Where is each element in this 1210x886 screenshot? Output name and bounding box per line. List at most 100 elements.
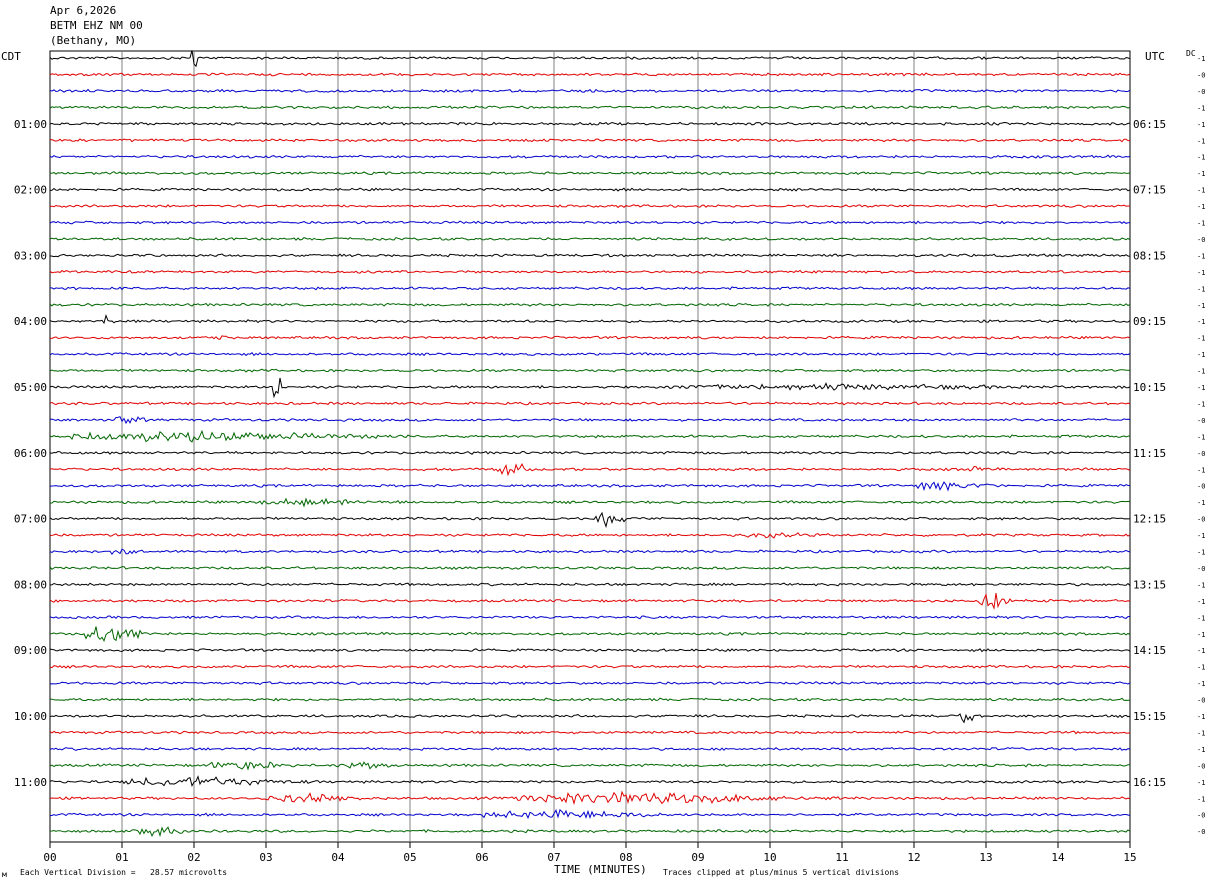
x-tick-label: 15 [1123,851,1136,864]
dc-offset-label: -1 [1197,203,1205,211]
dc-offset-label: -1 [1197,466,1205,474]
dc-offset-label: -1 [1197,647,1205,655]
clip-note: Traces clipped at plus/minus 5 vertical … [663,868,900,877]
x-tick-label: 04 [331,851,345,864]
dc-offset-label: -0 [1197,697,1205,705]
dc-offset-label: -0 [1197,812,1205,820]
dc-offset-label: -0 [1197,88,1205,96]
trace-line [49,615,1131,620]
right-hour-label: 12:15 [1133,513,1166,526]
dc-offset-label: -1 [1197,170,1205,178]
trace-line [49,236,1131,241]
trace-line [49,50,1131,68]
x-tick-label: 00 [43,851,56,864]
trace-line [49,220,1131,225]
trace-line [49,368,1131,373]
x-axis-label: TIME (MINUTES) [554,863,647,876]
right-hour-label: 10:15 [1133,381,1166,394]
dc-offset-label: -1 [1197,285,1205,293]
right-hour-label: 16:15 [1133,776,1166,789]
trace-line [49,808,1131,820]
dc-offset-label: -1 [1197,154,1205,162]
dc-offset-label: -1 [1197,400,1205,408]
trace-line [49,582,1131,587]
right-hour-label: 14:15 [1133,644,1166,657]
dc-offset-label: -0 [1197,565,1205,573]
scale-note: Each Vertical Division = 28.57 microvolt… [20,868,228,877]
x-tick-label: 12 [907,851,920,864]
trace-line [49,566,1131,570]
trace-line [49,302,1131,307]
dc-offset-label: -1 [1197,713,1205,721]
trace-line [49,401,1131,406]
right-hour-label: 09:15 [1133,315,1166,328]
trace-line [49,138,1130,143]
dc-offset-label: -0 [1197,450,1205,458]
dc-offset-label: -1 [1197,269,1205,277]
trace-line [49,351,1131,357]
left-hour-label: 05:00 [14,381,47,394]
trace-line [49,105,1131,110]
trace-line [49,593,1131,611]
right-hour-label: 07:15 [1133,184,1166,197]
dc-offset-label: -0 [1197,762,1205,770]
scale-note-marker: м [2,870,7,879]
left-hour-label: 02:00 [14,184,47,197]
dc-offset-label: -1 [1197,351,1205,359]
trace-line [49,416,1131,425]
helicorder-plot: 00 01 02 03 04 05 06 07 08 09 10 11 12 13 14 15-1-0-0-1… [14,50,1205,864]
dc-offset-label: -1 [1197,252,1205,260]
x-tick-label: 13 [979,851,992,864]
trace-line [49,335,1131,340]
dc-offset-label: -1 [1197,746,1205,754]
trace-line [49,730,1131,735]
dc-offset-label: -1 [1197,779,1205,787]
trace-line [49,253,1131,258]
trace-line [49,511,1131,529]
dc-offset-label: -0 [1197,828,1205,836]
left-hour-label: 07:00 [14,513,47,526]
x-tick-label: 03 [259,851,272,864]
dc-offset-label: -1 [1197,368,1205,376]
trace-line [49,481,1131,492]
x-tick-label: 09 [691,851,704,864]
dc-offset-label: -1 [1197,187,1205,195]
dc-offset-label: -1 [1197,302,1205,310]
trace-line [49,154,1131,159]
trace-line [49,790,1131,806]
x-tick-label: 10 [763,851,776,864]
trace-line [49,463,1131,477]
trace-line [49,497,1131,508]
x-tick-label: 14 [1051,851,1065,864]
left-hour-label: 03:00 [14,249,47,262]
dc-offset-label: -0 [1197,71,1205,79]
trace-line [50,286,1131,291]
trace-line [49,171,1131,176]
x-tick-label: 05 [403,851,416,864]
trace-line [49,548,1131,555]
dc-offset-label: -0 [1197,483,1205,491]
x-tick-label: 06 [475,851,488,864]
dc-offset-label: -0 [1197,236,1205,244]
dc-offset-label: -0 [1197,516,1205,524]
right-hour-label: 06:15 [1133,118,1166,131]
right-hour-label: 15:15 [1133,710,1166,723]
dc-offset-label: -1 [1197,598,1205,606]
trace-line [49,775,1131,788]
dc-offset-label: -1 [1197,795,1205,803]
x-tick-label: 11 [835,851,848,864]
trace-line [49,269,1131,274]
dc-offset-label: -1 [1197,433,1205,441]
trace-line [49,450,1131,455]
dc-offset-label: -1 [1197,220,1205,228]
trace-line [49,204,1130,209]
trace-line [49,826,1131,838]
trace-line [49,72,1131,77]
dc-offset-label: -1 [1197,664,1205,672]
trace-line [49,121,1131,126]
plot-frame [49,50,1131,843]
dc-offset-label: -1 [1197,384,1205,392]
trace-line [49,187,1131,192]
x-tick-label: 01 [115,851,128,864]
dc-offset-label: -1 [1197,614,1205,622]
